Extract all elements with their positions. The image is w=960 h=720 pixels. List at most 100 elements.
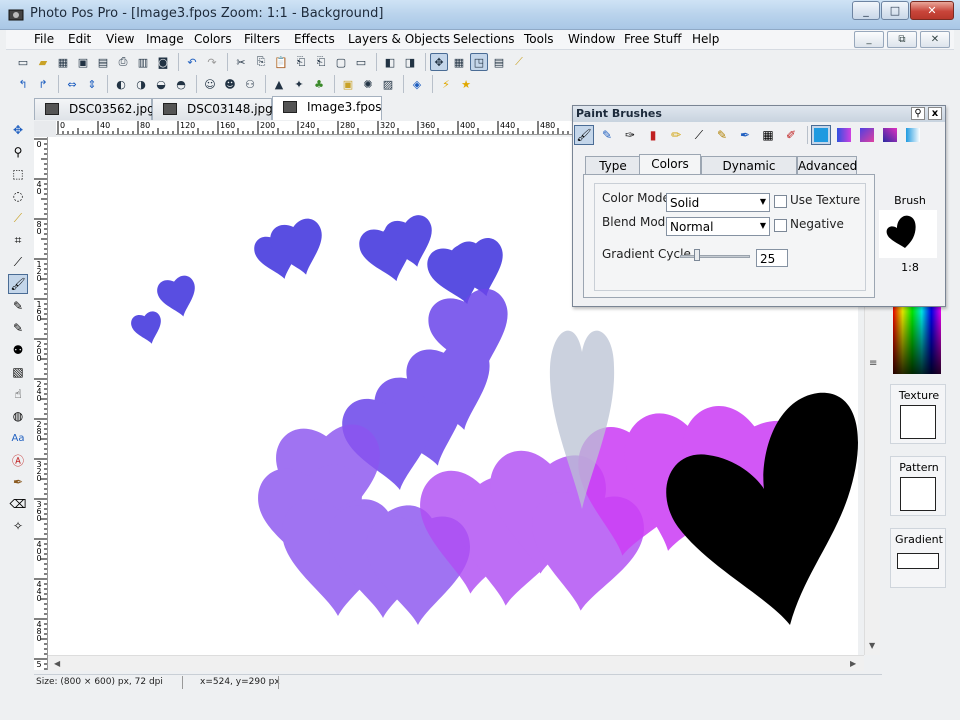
camera-icon[interactable]: ◙ bbox=[154, 53, 172, 71]
menu-edit[interactable]: Edit bbox=[68, 32, 91, 46]
blend-mode-select[interactable]: Normal ▼ bbox=[666, 217, 770, 236]
save-all-icon[interactable]: ▤ bbox=[94, 53, 112, 71]
clone-tool-icon[interactable]: ⚉ bbox=[8, 340, 28, 360]
color-brush-icon[interactable]: ✎ bbox=[8, 318, 28, 338]
red-eye-icon[interactable]: ☻ bbox=[221, 75, 239, 93]
texture-box[interactable]: Texture bbox=[890, 384, 946, 444]
gradient-box[interactable]: Gradient bbox=[890, 528, 946, 588]
zoom-tool-icon[interactable]: ⚲ bbox=[8, 142, 28, 162]
smudge-tool-icon[interactable]: ☝ bbox=[8, 384, 28, 404]
text-tool-icon[interactable]: Aa bbox=[8, 428, 28, 448]
options-icon[interactable]: ▦ bbox=[450, 53, 468, 71]
print-icon[interactable]: ⎙ bbox=[114, 53, 132, 71]
paste-new-icon[interactable]: ⎗ bbox=[292, 53, 310, 71]
rect-select-icon[interactable]: ⬚ bbox=[8, 164, 28, 184]
star-icon[interactable]: ★ bbox=[457, 75, 475, 93]
gradient-tool-icon[interactable]: ▧ bbox=[8, 362, 28, 382]
image-info-icon[interactable]: ◧ bbox=[381, 53, 399, 71]
tab-dsc03562[interactable]: DSC03562.jpg bbox=[34, 98, 155, 120]
rotate-left-icon[interactable]: ↰ bbox=[14, 75, 32, 93]
tools-mode-icon[interactable]: ✥ bbox=[430, 53, 448, 71]
diamond-icon[interactable]: ◈ bbox=[408, 75, 426, 93]
contrast-icon[interactable]: ◑ bbox=[132, 75, 150, 93]
effects-icon[interactable]: ✦ bbox=[290, 75, 308, 93]
fill-tool-icon[interactable]: ◍ bbox=[8, 406, 28, 426]
panel-toggle-icon[interactable]: ◳ bbox=[470, 53, 488, 71]
paint-brush-icon[interactable]: 🖌 bbox=[8, 274, 28, 294]
menu-filters[interactable]: Filters bbox=[244, 32, 280, 46]
color-spectrum[interactable] bbox=[893, 302, 941, 374]
sparkle-icon[interactable]: ✺ bbox=[359, 75, 377, 93]
menu-help[interactable]: Help bbox=[692, 32, 719, 46]
color-balance-icon[interactable]: ◒ bbox=[152, 75, 170, 93]
menu-image[interactable]: Image bbox=[146, 32, 184, 46]
pin-icon[interactable]: ⚲ bbox=[911, 107, 925, 120]
menu-view[interactable]: View bbox=[106, 32, 134, 46]
pencil-icon[interactable]: ⟋ bbox=[689, 125, 709, 145]
frame-icon[interactable]: ▣ bbox=[339, 75, 357, 93]
rotate-right-icon[interactable]: ↱ bbox=[34, 75, 52, 93]
layout-icon[interactable]: ▤ bbox=[490, 53, 508, 71]
menu-file[interactable]: File bbox=[34, 32, 54, 46]
brush-alt-icon[interactable]: ✎ bbox=[597, 125, 617, 145]
pen-tool-icon[interactable]: ✒ bbox=[8, 472, 28, 492]
pattern-box[interactable]: Pattern bbox=[890, 456, 946, 516]
pen-icon[interactable]: ✎ bbox=[712, 125, 732, 145]
flip-vertical-icon[interactable]: ⇕ bbox=[83, 75, 101, 93]
texture-brush-icon[interactable]: ▦ bbox=[758, 125, 778, 145]
doc-restore-button[interactable]: ⧉ bbox=[887, 31, 917, 48]
eraser-icon[interactable]: ⌫ bbox=[8, 494, 28, 514]
paste-icon[interactable]: 📋 bbox=[272, 53, 290, 71]
gradient-cycle-thumb[interactable] bbox=[694, 249, 700, 261]
cut-icon[interactable]: ✂ bbox=[232, 53, 250, 71]
texture-color-icon[interactable] bbox=[880, 125, 900, 145]
copy-icon[interactable]: ⎘ bbox=[252, 53, 270, 71]
magic-wand-icon[interactable]: ⟋ bbox=[8, 208, 28, 228]
gradient-swatch[interactable] bbox=[897, 553, 939, 569]
landscape-icon[interactable]: ▲ bbox=[270, 75, 288, 93]
panel-splitter-icon[interactable]: ≡ bbox=[869, 358, 877, 369]
scroll-left-icon[interactable]: ◀ bbox=[54, 659, 60, 668]
doc-minimize-button[interactable]: _ bbox=[854, 31, 884, 48]
maximize-button[interactable]: □ bbox=[881, 1, 909, 20]
menu-selections[interactable]: Selections bbox=[453, 32, 515, 46]
lasso-select-icon[interactable]: ◌ bbox=[8, 186, 28, 206]
menu-layers-objects[interactable]: Layers & Objects bbox=[348, 32, 450, 46]
blend-color-icon[interactable] bbox=[903, 125, 923, 145]
pattern-color-icon[interactable] bbox=[857, 125, 877, 145]
monitor-icon[interactable]: ▭ bbox=[352, 53, 370, 71]
menu-window[interactable]: Window bbox=[568, 32, 615, 46]
brush-icon[interactable]: 🖌 bbox=[574, 125, 594, 145]
scanner-icon[interactable]: ▥ bbox=[134, 53, 152, 71]
plant-icon[interactable]: ♣ bbox=[310, 75, 328, 93]
brush-preview[interactable] bbox=[879, 210, 937, 258]
hue-icon[interactable]: ◓ bbox=[172, 75, 190, 93]
brightness-icon[interactable]: ◐ bbox=[112, 75, 130, 93]
gradient-cycle-track[interactable] bbox=[680, 255, 750, 258]
tab-dsc03148[interactable]: DSC03148.jpg bbox=[152, 98, 273, 120]
flip-horizontal-icon[interactable]: ⇔ bbox=[63, 75, 81, 93]
ruler-icon[interactable]: ⟋ bbox=[510, 53, 528, 71]
menu-colors[interactable]: Colors bbox=[194, 32, 232, 46]
undo-icon[interactable]: ↶ bbox=[183, 53, 201, 71]
use-texture-checkbox[interactable] bbox=[774, 195, 787, 208]
face-fix-icon[interactable]: ⚇ bbox=[241, 75, 259, 93]
tab-colors[interactable]: Colors bbox=[639, 154, 701, 175]
minimize-button[interactable]: _ bbox=[852, 1, 880, 20]
crayon-icon[interactable]: ✏ bbox=[666, 125, 686, 145]
move-tool-icon[interactable]: ✥ bbox=[8, 120, 28, 140]
lightning-icon[interactable]: ⚡ bbox=[437, 75, 455, 93]
color-mode-select[interactable]: Solid ▼ bbox=[666, 193, 770, 212]
picture-icon[interactable]: ▨ bbox=[379, 75, 397, 93]
solid-color-icon[interactable] bbox=[811, 125, 831, 145]
horizontal-scrollbar[interactable]: ◀ ▶ bbox=[48, 655, 864, 671]
tab-advanced[interactable]: Advanced bbox=[797, 156, 857, 175]
color-palette[interactable] bbox=[893, 302, 941, 374]
save-icon[interactable]: ▣ bbox=[74, 53, 92, 71]
paste-layer-icon[interactable]: ⎗ bbox=[312, 53, 330, 71]
shape-text-icon[interactable]: Ⓐ bbox=[8, 450, 28, 470]
batch-icon[interactable]: ◨ bbox=[401, 53, 419, 71]
menu-free-stuff[interactable]: Free Stuff bbox=[624, 32, 681, 46]
menu-effects[interactable]: Effects bbox=[294, 32, 335, 46]
negative-checkbox[interactable] bbox=[774, 219, 787, 232]
